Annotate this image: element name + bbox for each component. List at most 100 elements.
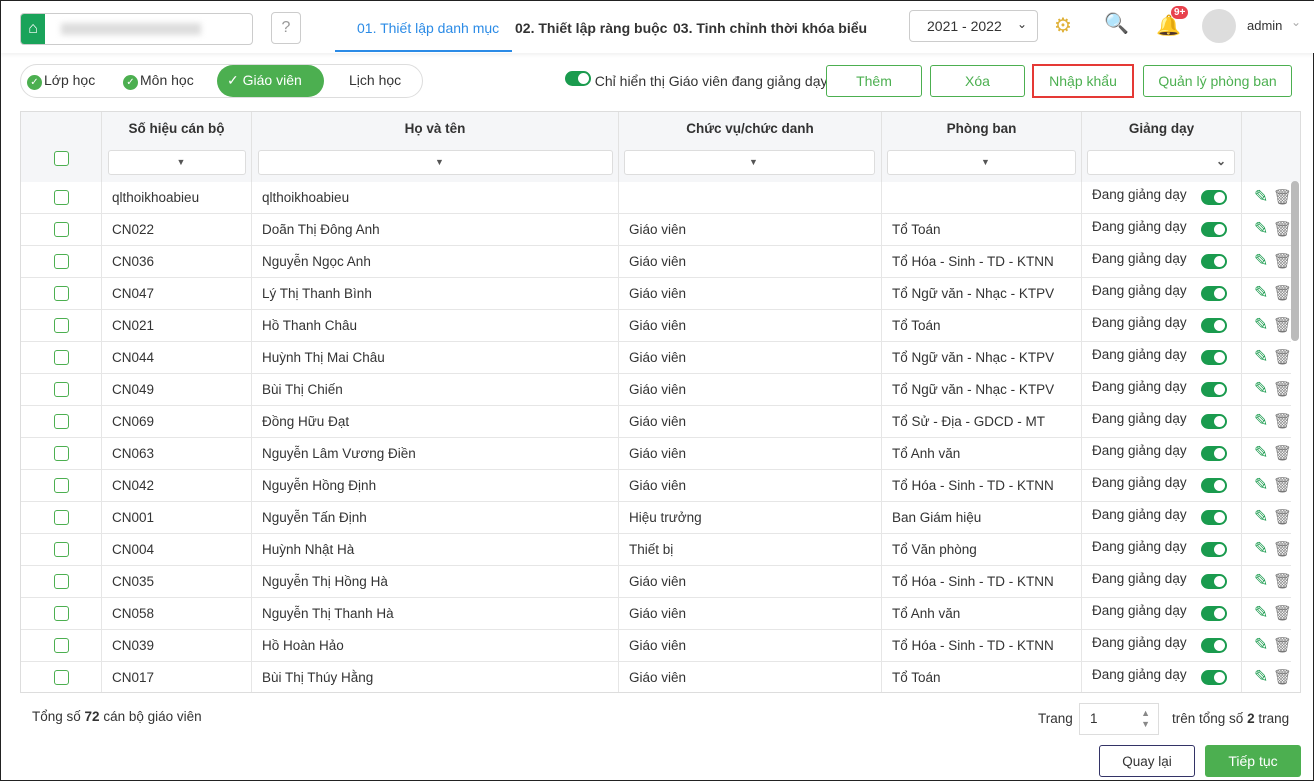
teaching-toggle[interactable] (1201, 254, 1227, 269)
edit-pencil-icon[interactable]: ✎ (1254, 411, 1268, 430)
edit-pencil-icon[interactable]: ✎ (1254, 571, 1268, 590)
teaching-toggle[interactable] (1201, 286, 1227, 301)
table-row[interactable]: qlthoikhoabieu qlthoikhoabieu Đang giảng d… (21, 182, 1292, 214)
page-input[interactable]: 1 ▲ ▼ (1079, 703, 1159, 735)
trash-icon[interactable]: 🗑 (1273, 541, 1292, 558)
delete-button[interactable]: Xóa (930, 65, 1025, 97)
analytics-search-icon[interactable]: 🔍 (1104, 11, 1129, 36)
filter-input-name[interactable]: ▼ (258, 150, 613, 175)
row-checkbox[interactable] (54, 638, 69, 653)
edit-pencil-icon[interactable]: ✎ (1254, 187, 1268, 206)
teaching-toggle[interactable] (1201, 382, 1227, 397)
username[interactable]: admin (1247, 18, 1282, 33)
teaching-toggle[interactable] (1201, 574, 1227, 589)
edit-pencil-icon[interactable]: ✎ (1254, 315, 1268, 334)
filter-lop-hoc[interactable]: ✓ Lớp học (27, 72, 95, 90)
school-selector[interactable]: ⌂ (20, 13, 253, 45)
trash-icon[interactable]: 🗑 (1273, 381, 1292, 398)
trash-icon[interactable]: 🗑 (1273, 349, 1292, 366)
trash-icon[interactable]: 🗑 (1273, 509, 1292, 526)
trash-icon[interactable]: 🗑 (1273, 285, 1292, 302)
table-row[interactable]: CN004 Huỳnh Nhật Hà Thiết bị Tổ Văn phòng Đa… (21, 534, 1292, 566)
table-row[interactable]: CN049 Bùi Thị Chiến Giáo viên Tổ Ngữ văn - … (21, 374, 1292, 406)
scrollbar[interactable] (1291, 181, 1299, 341)
trash-icon[interactable]: 🗑 (1273, 477, 1292, 494)
filter-input-code[interactable]: ▼ (108, 150, 246, 175)
teaching-toggle[interactable] (1201, 222, 1227, 237)
edit-pencil-icon[interactable]: ✎ (1254, 283, 1268, 302)
row-checkbox[interactable] (54, 382, 69, 397)
back-button[interactable]: Quay lại (1099, 745, 1195, 777)
chevron-down-icon[interactable]: ⌄ (1291, 15, 1301, 29)
row-checkbox[interactable] (54, 478, 69, 493)
trash-icon[interactable]: 🗑 (1273, 221, 1292, 238)
edit-pencil-icon[interactable]: ✎ (1254, 603, 1268, 622)
teaching-toggle[interactable] (1201, 606, 1227, 621)
add-button[interactable]: Thêm (826, 65, 922, 97)
table-row[interactable]: CN036 Nguyễn Ngọc Anh Giáo viên Tổ Hóa - Si… (21, 246, 1292, 278)
select-all-checkbox[interactable] (54, 151, 69, 166)
edit-pencil-icon[interactable]: ✎ (1254, 507, 1268, 526)
table-row[interactable]: CN044 Huỳnh Thị Mai Châu Giáo viên Tổ Ngữ v… (21, 342, 1292, 374)
next-button[interactable]: Tiếp tục (1205, 745, 1301, 777)
table-row[interactable]: CN021 Hồ Thanh Châu Giáo viên Tổ Toán Đang g… (21, 310, 1292, 342)
teaching-toggle[interactable] (1201, 318, 1227, 333)
row-checkbox[interactable] (54, 286, 69, 301)
table-row[interactable]: CN017 Bùi Thị Thúy Hằng Giáo viên Tổ Toán Đa… (21, 662, 1292, 692)
edit-pencil-icon[interactable]: ✎ (1254, 219, 1268, 238)
row-checkbox[interactable] (54, 574, 69, 589)
toggle-switch[interactable] (565, 71, 591, 86)
manage-departments-button[interactable]: Quản lý phòng ban (1143, 65, 1292, 97)
trash-icon[interactable]: 🗑 (1273, 253, 1292, 270)
stepper-icon[interactable]: ▲ ▼ (1141, 708, 1150, 730)
year-select[interactable]: 2021 - 2022 ⌄ (909, 10, 1038, 42)
table-row[interactable]: CN001 Nguyễn Tấn Định Hiệu trưởng Ban Giám … (21, 502, 1292, 534)
trash-icon[interactable]: 🗑 (1273, 317, 1292, 334)
table-row[interactable]: CN069 Đồng Hữu Đạt Giáo viên Tổ Sử - Địa - … (21, 406, 1292, 438)
row-checkbox[interactable] (54, 606, 69, 621)
teaching-toggle[interactable] (1201, 542, 1227, 557)
trash-icon[interactable]: 🗑 (1273, 445, 1292, 462)
teaching-toggle[interactable] (1201, 414, 1227, 429)
row-checkbox[interactable] (54, 446, 69, 461)
help-icon[interactable]: ? (271, 12, 301, 44)
edit-pencil-icon[interactable]: ✎ (1254, 475, 1268, 494)
filter-giao-vien[interactable]: ✓ Giáo viên (217, 65, 324, 97)
trash-icon[interactable]: 🗑 (1273, 573, 1292, 590)
active-only-toggle[interactable]: Chỉ hiển thị Giáo viên đang giảng dạy (565, 71, 827, 89)
teaching-toggle[interactable] (1201, 638, 1227, 653)
trash-icon[interactable]: 🗑 (1273, 413, 1292, 430)
row-checkbox[interactable] (54, 350, 69, 365)
edit-pencil-icon[interactable]: ✎ (1254, 251, 1268, 270)
gear-icon[interactable]: ⚙ (1054, 13, 1072, 38)
row-checkbox[interactable] (54, 542, 69, 557)
row-checkbox[interactable] (54, 414, 69, 429)
teaching-toggle[interactable] (1201, 350, 1227, 365)
trash-icon[interactable]: 🗑 (1273, 189, 1292, 206)
edit-pencil-icon[interactable]: ✎ (1254, 635, 1268, 654)
teaching-toggle[interactable] (1201, 190, 1227, 205)
table-row[interactable]: CN035 Nguyễn Thị Hồng Hà Giáo viên Tổ Hóa -… (21, 566, 1292, 598)
teaching-toggle[interactable] (1201, 510, 1227, 525)
edit-pencil-icon[interactable]: ✎ (1254, 379, 1268, 398)
row-checkbox[interactable] (54, 222, 69, 237)
filter-input-department[interactable]: ▼ (887, 150, 1076, 175)
edit-pencil-icon[interactable]: ✎ (1254, 539, 1268, 558)
trash-icon[interactable]: 🗑 (1273, 605, 1292, 622)
row-checkbox[interactable] (54, 510, 69, 525)
filter-mon-hoc[interactable]: ✓ Môn học (123, 72, 194, 90)
filter-input-position[interactable]: ▼ (624, 150, 875, 175)
row-checkbox[interactable] (54, 190, 69, 205)
edit-pencil-icon[interactable]: ✎ (1254, 347, 1268, 366)
step-3-tab[interactable]: 03. Tinh chỉnh thời khóa biểu (673, 20, 867, 36)
table-row[interactable]: CN039 Hồ Hoàn Hảo Giáo viên Tổ Hóa - Sinh -… (21, 630, 1292, 662)
row-checkbox[interactable] (54, 318, 69, 333)
step-2-tab[interactable]: 02. Thiết lập ràng buộc (515, 20, 667, 36)
trash-icon[interactable]: 🗑 (1273, 669, 1292, 686)
table-row[interactable]: CN042 Nguyễn Hồng Định Giáo viên Tổ Hóa - S… (21, 470, 1292, 502)
avatar[interactable] (1202, 9, 1236, 43)
table-row[interactable]: CN058 Nguyễn Thị Thanh Hà Giáo viên Tổ Anh … (21, 598, 1292, 630)
filter-lich-hoc[interactable]: Lịch học (349, 72, 401, 88)
table-row[interactable]: CN047 Lý Thị Thanh Bình Giáo viên Tổ Ngữ vă… (21, 278, 1292, 310)
teaching-toggle[interactable] (1201, 670, 1227, 685)
